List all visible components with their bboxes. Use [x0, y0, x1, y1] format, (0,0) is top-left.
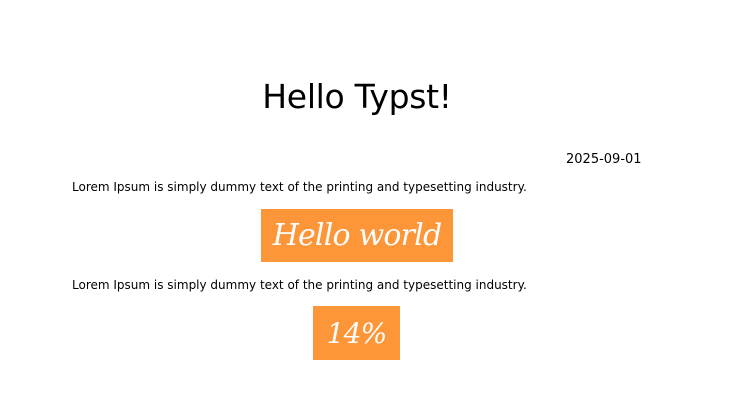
body-paragraph-2: Lorem Ipsum is simply dummy text of the …: [72, 278, 527, 292]
document-page: Hello Typst! 2025-09-01 Lorem Ipsum is s…: [0, 0, 732, 413]
body-paragraph-1: Lorem Ipsum is simply dummy text of the …: [72, 180, 527, 194]
document-date: 2025-09-01: [566, 152, 642, 167]
page-title: Hello Typst!: [262, 77, 452, 116]
highlight-box-percentage: 14%: [313, 306, 400, 360]
highlight-box-hello-world: Hello world: [261, 209, 453, 262]
